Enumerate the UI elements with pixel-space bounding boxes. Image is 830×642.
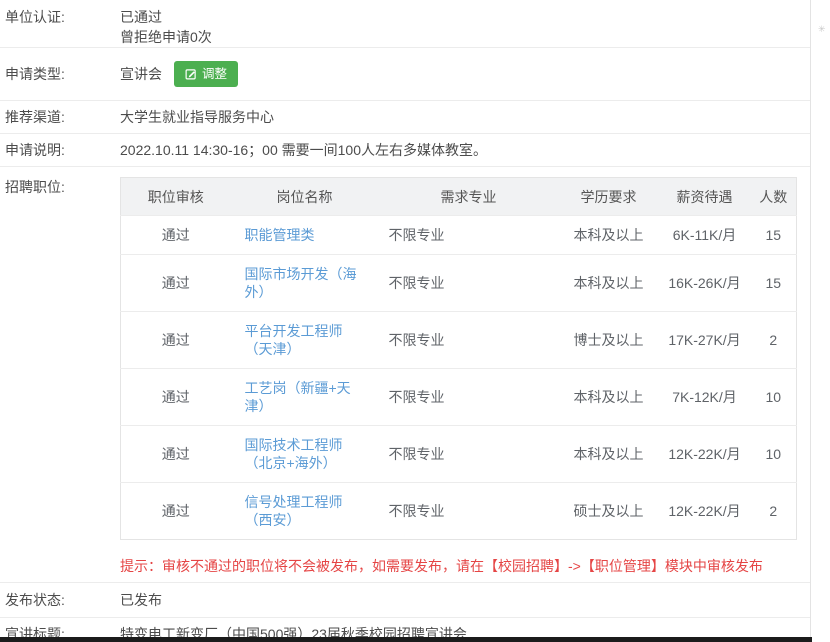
recruit-positions-label: 招聘职位:	[0, 177, 120, 197]
unit-certification-reject-count: 曾拒绝申请0次	[120, 27, 798, 47]
salary-range: 12K-22K/月	[659, 483, 751, 540]
adjust-button[interactable]: 调整	[174, 61, 238, 87]
job-title-link[interactable]: 职能管理类	[245, 227, 315, 243]
unit-certification-status: 已通过	[120, 7, 798, 27]
audit-status: 通过	[121, 483, 231, 540]
headcount: 15	[751, 216, 797, 255]
degree-requirement: 硕士及以上	[559, 483, 659, 540]
table-row: 通过 平台开发工程师（天津） 不限专业 博士及以上 17K-27K/月 2	[121, 312, 797, 369]
unit-certification-label: 单位认证:	[0, 7, 120, 47]
job-title-link[interactable]: 工艺岗（新疆+天津）	[245, 380, 351, 414]
salary-range: 16K-26K/月	[659, 255, 751, 312]
corner-mark-icon: ✳	[818, 24, 826, 35]
table-row: 通过 国际市场开发（海外） 不限专业 本科及以上 16K-26K/月 15	[121, 255, 797, 312]
column-header-name: 岗位名称	[231, 178, 379, 216]
apply-type-label: 申请类型:	[0, 64, 120, 84]
column-header-salary: 薪资待遇	[659, 178, 751, 216]
column-header-count: 人数	[751, 178, 797, 216]
table-row: 通过 职能管理类 不限专业 本科及以上 6K-11K/月 15	[121, 216, 797, 255]
job-title-link[interactable]: 国际市场开发（海外）	[245, 266, 357, 300]
job-title-link[interactable]: 国际技术工程师（北京+海外）	[245, 437, 343, 471]
field-recommend-channel: 推荐渠道: 大学生就业指导服务中心	[0, 101, 810, 134]
headcount: 10	[751, 426, 797, 483]
right-gutter: ✳	[812, 0, 830, 642]
column-header-degree: 学历要求	[559, 178, 659, 216]
field-recruit-positions: 招聘职位: 职位审核 岗位名称 需求专业 学历要求 薪资待遇 人数	[0, 167, 810, 583]
unit-certification-value: 已通过 曾拒绝申请0次	[120, 7, 810, 47]
table-header-row: 职位审核 岗位名称 需求专业 学历要求 薪资待遇 人数	[121, 178, 797, 216]
edit-icon	[185, 68, 197, 80]
column-header-audit: 职位审核	[121, 178, 231, 216]
application-detail-page: 单位认证: 已通过 曾拒绝申请0次 申请类型: 宣讲会 调整	[0, 0, 830, 642]
degree-requirement: 本科及以上	[559, 426, 659, 483]
required-major: 不限专业	[379, 483, 559, 540]
recruit-positions-value: 职位审核 岗位名称 需求专业 学历要求 薪资待遇 人数 通过 职能管理类 不限专	[120, 177, 810, 580]
table-row: 通过 国际技术工程师（北京+海外） 不限专业 本科及以上 12K-22K/月 1…	[121, 426, 797, 483]
audit-status: 通过	[121, 216, 231, 255]
positions-table: 职位审核 岗位名称 需求专业 学历要求 薪资待遇 人数 通过 职能管理类 不限专	[120, 177, 797, 540]
publish-status-label: 发布状态:	[0, 590, 120, 610]
headcount: 2	[751, 483, 797, 540]
field-apply-type: 申请类型: 宣讲会 调整	[0, 48, 810, 101]
apply-type-value: 宣讲会	[120, 64, 162, 84]
headcount: 15	[751, 255, 797, 312]
audit-status: 通过	[121, 312, 231, 369]
bottom-edge-bar	[0, 637, 812, 642]
recommend-channel-label: 推荐渠道:	[0, 107, 120, 127]
required-major: 不限专业	[379, 312, 559, 369]
degree-requirement: 本科及以上	[559, 369, 659, 426]
table-row: 通过 信号处理工程师（西安） 不限专业 硕士及以上 12K-22K/月 2	[121, 483, 797, 540]
audit-publish-hint: 提示：审核不通过的职位将不会被发布，如需要发布，请在【校园招聘】->【职位管理】…	[120, 556, 798, 576]
field-unit-certification: 单位认证: 已通过 曾拒绝申请0次	[0, 0, 810, 48]
column-header-major: 需求专业	[379, 178, 559, 216]
salary-range: 6K-11K/月	[659, 216, 751, 255]
field-publish-status: 发布状态: 已发布	[0, 583, 810, 618]
adjust-button-label: 调整	[202, 67, 227, 81]
table-row: 通过 工艺岗（新疆+天津） 不限专业 本科及以上 7K-12K/月 10	[121, 369, 797, 426]
job-title-link[interactable]: 信号处理工程师（西安）	[245, 494, 343, 528]
recommend-channel-value: 大学生就业指导服务中心	[120, 107, 810, 127]
publish-status-value: 已发布	[120, 590, 810, 610]
audit-status: 通过	[121, 426, 231, 483]
headcount: 2	[751, 312, 797, 369]
audit-status: 通过	[121, 255, 231, 312]
audit-status: 通过	[121, 369, 231, 426]
field-apply-note: 申请说明: 2022.10.11 14:30-16；00 需要一间100人左右多…	[0, 134, 810, 167]
apply-note-value: 2022.10.11 14:30-16；00 需要一间100人左右多媒体教室。	[120, 140, 810, 160]
degree-requirement: 本科及以上	[559, 216, 659, 255]
required-major: 不限专业	[379, 216, 559, 255]
detail-panel: 单位认证: 已通过 曾拒绝申请0次 申请类型: 宣讲会 调整	[0, 0, 811, 642]
apply-note-label: 申请说明:	[0, 140, 120, 160]
job-title-link[interactable]: 平台开发工程师（天津）	[245, 323, 343, 357]
salary-range: 17K-27K/月	[659, 312, 751, 369]
salary-range: 7K-12K/月	[659, 369, 751, 426]
required-major: 不限专业	[379, 255, 559, 312]
required-major: 不限专业	[379, 426, 559, 483]
salary-range: 12K-22K/月	[659, 426, 751, 483]
required-major: 不限专业	[379, 369, 559, 426]
headcount: 10	[751, 369, 797, 426]
degree-requirement: 博士及以上	[559, 312, 659, 369]
degree-requirement: 本科及以上	[559, 255, 659, 312]
